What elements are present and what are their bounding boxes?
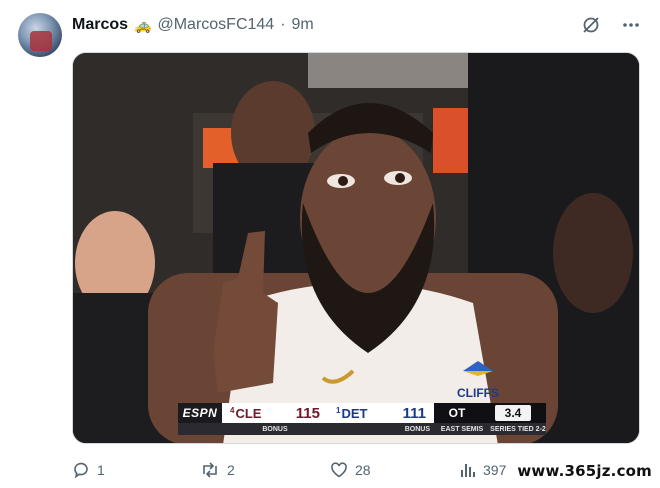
team-a-score: 115: [295, 404, 320, 422]
team-b-abbr: DET: [341, 405, 368, 421]
clock-time: 3.4: [494, 405, 532, 421]
team-a-seed: 4: [230, 405, 235, 415]
views-count: 397: [483, 462, 507, 478]
team-b-score: 111: [402, 404, 426, 422]
post-media-image[interactable]: CLIFFS ESPN 4CLE 115 1DET 111 OT 3.4 BON…: [72, 52, 640, 444]
avatar[interactable]: [18, 13, 62, 57]
user-handle[interactable]: @MarcosFC144: [157, 16, 274, 34]
team-b-bonus: BONUS: [404, 425, 430, 433]
reply-button[interactable]: 1: [72, 461, 105, 479]
network-logo: ESPN: [178, 403, 222, 423]
display-name[interactable]: Marcos: [72, 16, 128, 34]
timestamp[interactable]: 9m: [292, 16, 314, 34]
team-a-bonus: BONUS: [262, 425, 288, 433]
views-button[interactable]: 397: [460, 461, 506, 479]
period-label: OT: [448, 406, 466, 420]
more-icon[interactable]: [620, 14, 642, 36]
like-count: 28: [355, 462, 371, 478]
site-watermark: www.365jz.com: [517, 462, 652, 480]
scorebug-subrow: BONUS BONUS EAST SEMIS SERIES TIED 2-2: [178, 423, 546, 435]
scorebug: ESPN 4CLE 115 1DET 111 OT 3.4 BONUS BONU…: [178, 403, 546, 437]
team-a: 4CLE 115: [222, 403, 328, 423]
jersey-sponsor-text: CLIFFS: [457, 386, 499, 400]
team-b: 1DET 111: [328, 403, 434, 423]
reply-icon: [74, 462, 88, 479]
team-b-seed: 1: [336, 405, 341, 415]
repost-icon: [203, 462, 217, 478]
like-button[interactable]: 28: [330, 461, 371, 479]
post-header: Marcos 🚕 @MarcosFC144 · 9m: [72, 14, 314, 36]
series-name: EAST SEMIS: [440, 425, 484, 433]
taxi-emoji: 🚕: [134, 17, 152, 33]
reply-count: 1: [97, 462, 105, 478]
repost-button[interactable]: 2: [200, 461, 235, 479]
post-top-actions: [580, 14, 642, 36]
views-icon: [461, 464, 475, 477]
basketball-photo: CLIFFS: [73, 53, 639, 443]
grok-icon[interactable]: [580, 14, 602, 36]
repost-count: 2: [227, 462, 235, 478]
heart-icon: [331, 462, 347, 478]
game-clock: OT 3.4: [434, 403, 546, 423]
series-status: SERIES TIED 2-2: [490, 425, 546, 433]
separator: ·: [280, 16, 286, 33]
team-a-abbr: CLE: [235, 405, 262, 421]
